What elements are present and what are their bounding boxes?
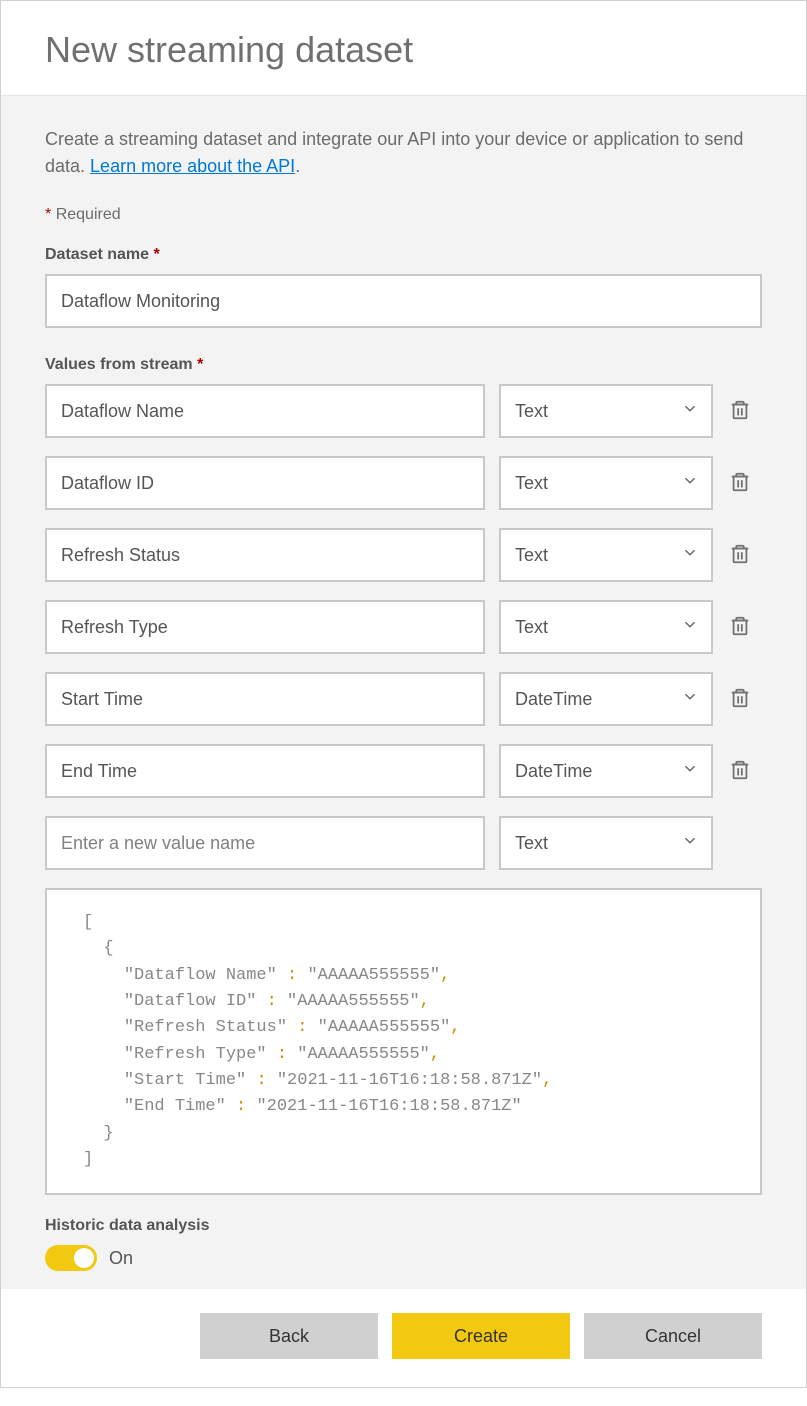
chevron-down-icon — [681, 760, 699, 783]
toggle-knob — [74, 1248, 94, 1268]
stream-row: Text — [45, 384, 762, 438]
stream-value-type-select[interactable]: Text — [499, 384, 713, 438]
trash-icon — [729, 759, 751, 784]
stream-value-type-select[interactable]: Text — [499, 816, 713, 870]
historic-toggle-state: On — [109, 1248, 133, 1269]
back-button[interactable]: Back — [200, 1313, 378, 1359]
delete-row-button[interactable] — [727, 396, 753, 426]
required-asterisk: * — [154, 246, 160, 263]
stream-value-type-select[interactable]: Text — [499, 600, 713, 654]
delete-row-button[interactable] — [727, 612, 753, 642]
intro-text-after: . — [295, 156, 300, 176]
historic-label: Historic data analysis — [45, 1217, 762, 1235]
stream-row: Text — [45, 456, 762, 510]
delete-row-button[interactable] — [727, 540, 753, 570]
required-label: Required — [56, 206, 121, 223]
stream-value-name-input[interactable] — [45, 528, 485, 582]
stream-value-type-select[interactable]: Text — [499, 456, 713, 510]
dataset-name-input[interactable] — [45, 274, 762, 328]
stream-value-type-select[interactable]: DateTime — [499, 672, 713, 726]
chevron-down-icon — [681, 616, 699, 639]
json-preview: [ { "Dataflow Name" : "AAAAA555555", "Da… — [45, 888, 762, 1195]
stream-value-type-select[interactable]: Text — [499, 528, 713, 582]
new-streaming-dataset-dialog: New streaming dataset Create a streaming… — [0, 0, 807, 1388]
intro-text: Create a streaming dataset and integrate… — [45, 126, 762, 180]
stream-type-label: DateTime — [515, 761, 592, 782]
stream-value-name-input[interactable] — [45, 672, 485, 726]
dialog-header: New streaming dataset — [1, 1, 806, 96]
stream-type-label: Text — [515, 833, 548, 854]
historic-toggle[interactable] — [45, 1245, 97, 1271]
required-note: * Required — [45, 206, 762, 224]
chevron-down-icon — [681, 688, 699, 711]
delete-row-button[interactable] — [727, 468, 753, 498]
dialog-footer: Back Create Cancel — [1, 1289, 806, 1387]
stream-value-name-input[interactable] — [45, 384, 485, 438]
chevron-down-icon — [681, 400, 699, 423]
dialog-body: Create a streaming dataset and integrate… — [1, 96, 806, 1289]
stream-new-value-input[interactable] — [45, 816, 485, 870]
delete-row-button[interactable] — [727, 684, 753, 714]
stream-row-new: Text — [45, 816, 762, 870]
chevron-down-icon — [681, 832, 699, 855]
trash-icon — [729, 471, 751, 496]
trash-icon — [729, 543, 751, 568]
stream-row: DateTime — [45, 672, 762, 726]
stream-type-label: Text — [515, 545, 548, 566]
stream-row: Text — [45, 528, 762, 582]
stream-row: DateTime — [45, 744, 762, 798]
stream-type-label: Text — [515, 473, 548, 494]
required-asterisk: * — [197, 356, 203, 373]
stream-row: Text — [45, 600, 762, 654]
chevron-down-icon — [681, 472, 699, 495]
trash-icon — [729, 399, 751, 424]
create-button[interactable]: Create — [392, 1313, 570, 1359]
values-from-stream-label: Values from stream * — [45, 356, 762, 374]
cancel-button[interactable]: Cancel — [584, 1313, 762, 1359]
dataset-name-label: Dataset name * — [45, 246, 762, 264]
required-asterisk: * — [45, 206, 51, 223]
delete-row-button[interactable] — [727, 756, 753, 786]
stream-type-label: Text — [515, 401, 548, 422]
stream-value-name-input[interactable] — [45, 744, 485, 798]
trash-icon — [729, 687, 751, 712]
trash-icon — [729, 615, 751, 640]
stream-value-name-input[interactable] — [45, 456, 485, 510]
page-title: New streaming dataset — [45, 29, 762, 71]
stream-type-label: DateTime — [515, 689, 592, 710]
learn-more-link[interactable]: Learn more about the API — [90, 156, 295, 176]
stream-type-label: Text — [515, 617, 548, 638]
historic-toggle-row: On — [45, 1245, 762, 1271]
chevron-down-icon — [681, 544, 699, 567]
stream-value-name-input[interactable] — [45, 600, 485, 654]
stream-value-type-select[interactable]: DateTime — [499, 744, 713, 798]
stream-rows: Text Text Text Text DateTime DateTime Text — [45, 384, 762, 870]
